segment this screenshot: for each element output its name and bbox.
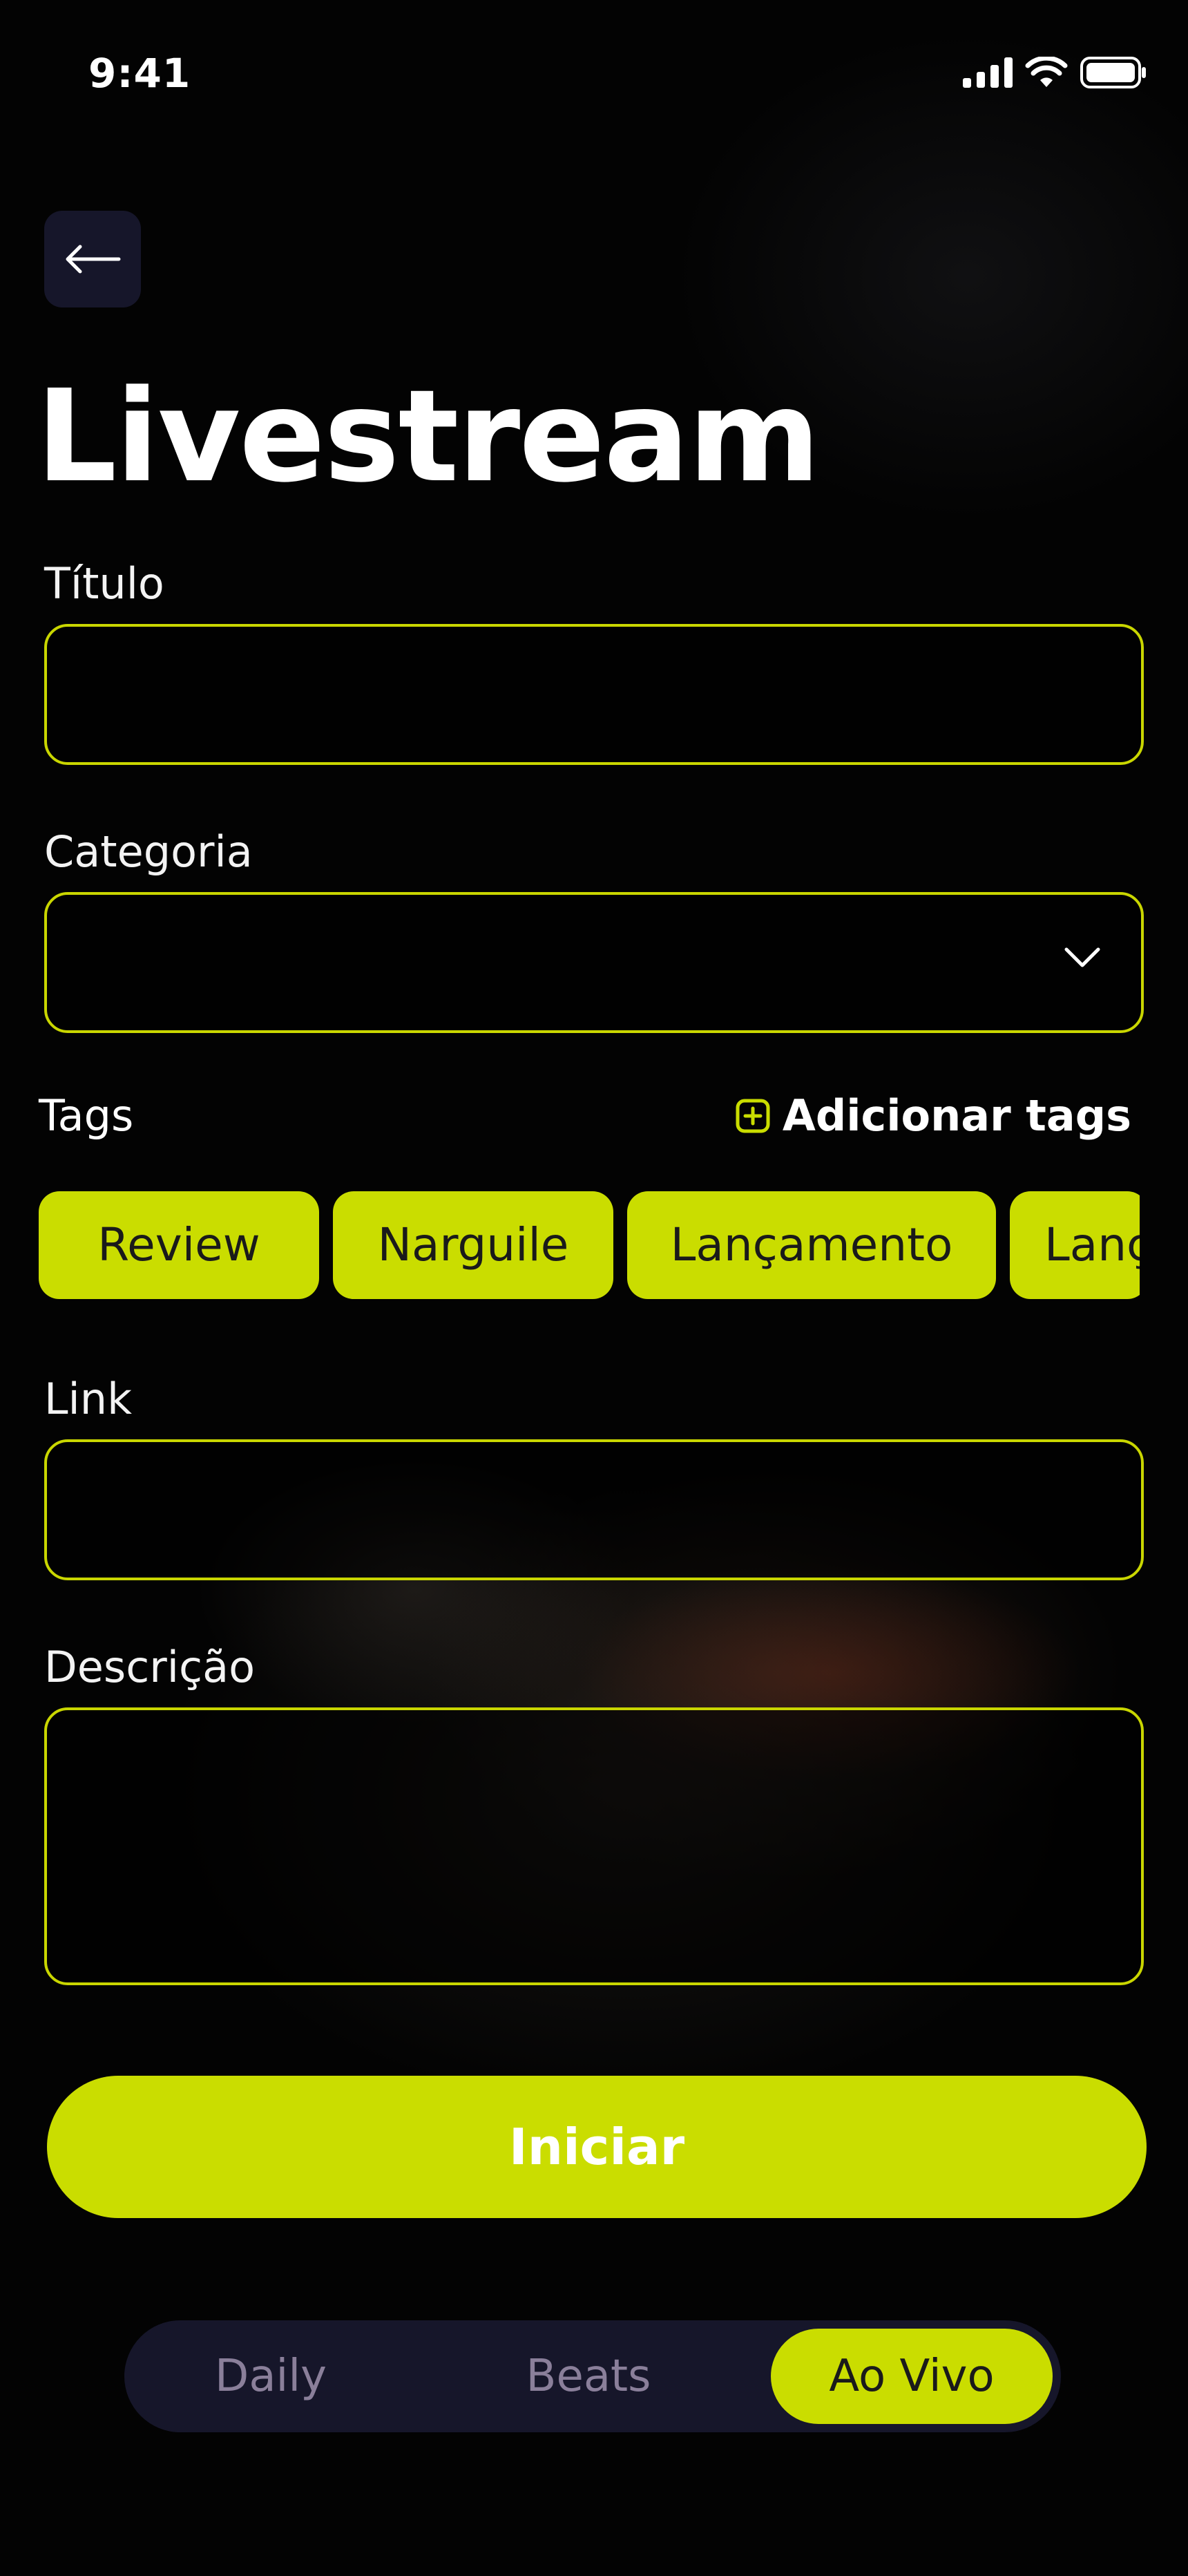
plus-square-icon bbox=[736, 1099, 770, 1133]
status-icons bbox=[963, 57, 1147, 88]
wifi-icon bbox=[1025, 57, 1068, 87]
link-label: Link bbox=[44, 1374, 132, 1424]
signal-icon bbox=[963, 57, 1013, 88]
tab-daily[interactable]: Daily bbox=[149, 2320, 392, 2432]
tag-chip-narguile[interactable]: Narguile bbox=[333, 1191, 613, 1299]
titulo-input[interactable] bbox=[47, 627, 1141, 762]
tag-list: Review Narguile Lançamento Lanç bbox=[39, 1191, 1140, 1299]
descricao-label: Descrição bbox=[44, 1642, 256, 1692]
back-button[interactable] bbox=[44, 211, 141, 307]
status-time: 9:41 bbox=[88, 50, 191, 97]
categoria-label: Categoria bbox=[44, 826, 253, 877]
descricao-textarea[interactable] bbox=[47, 1710, 1141, 1982]
categoria-select[interactable] bbox=[44, 892, 1144, 1033]
arrow-left-icon bbox=[66, 245, 121, 274]
add-tags-button[interactable]: Adicionar tags bbox=[736, 1090, 1131, 1141]
tag-chip-review[interactable]: Review bbox=[39, 1191, 319, 1299]
tab-bar: Daily Beats Ao Vivo bbox=[124, 2320, 1061, 2432]
screen: 9:41 Livestream Título Categoria Tags Ad… bbox=[0, 0, 1188, 2576]
page-title: Livestream bbox=[36, 363, 821, 511]
link-input[interactable] bbox=[47, 1442, 1141, 1578]
add-tags-label: Adicionar tags bbox=[782, 1090, 1131, 1141]
start-button[interactable]: Iniciar bbox=[47, 2076, 1147, 2218]
titulo-label: Título bbox=[44, 558, 164, 609]
titulo-field[interactable] bbox=[44, 624, 1144, 765]
link-field[interactable] bbox=[44, 1439, 1144, 1580]
tag-chip-lancamento-2[interactable]: Lanç bbox=[1010, 1191, 1140, 1299]
chevron-down-icon bbox=[1064, 947, 1100, 967]
battery-icon bbox=[1080, 57, 1146, 88]
status-bar: 9:41 bbox=[0, 0, 1188, 152]
tab-beats[interactable]: Beats bbox=[467, 2320, 710, 2432]
tags-label: Tags bbox=[39, 1090, 134, 1141]
descricao-field[interactable] bbox=[44, 1707, 1144, 1985]
tab-ao-vivo[interactable]: Ao Vivo bbox=[771, 2329, 1053, 2424]
tag-chip-lancamento[interactable]: Lançamento bbox=[627, 1191, 996, 1299]
